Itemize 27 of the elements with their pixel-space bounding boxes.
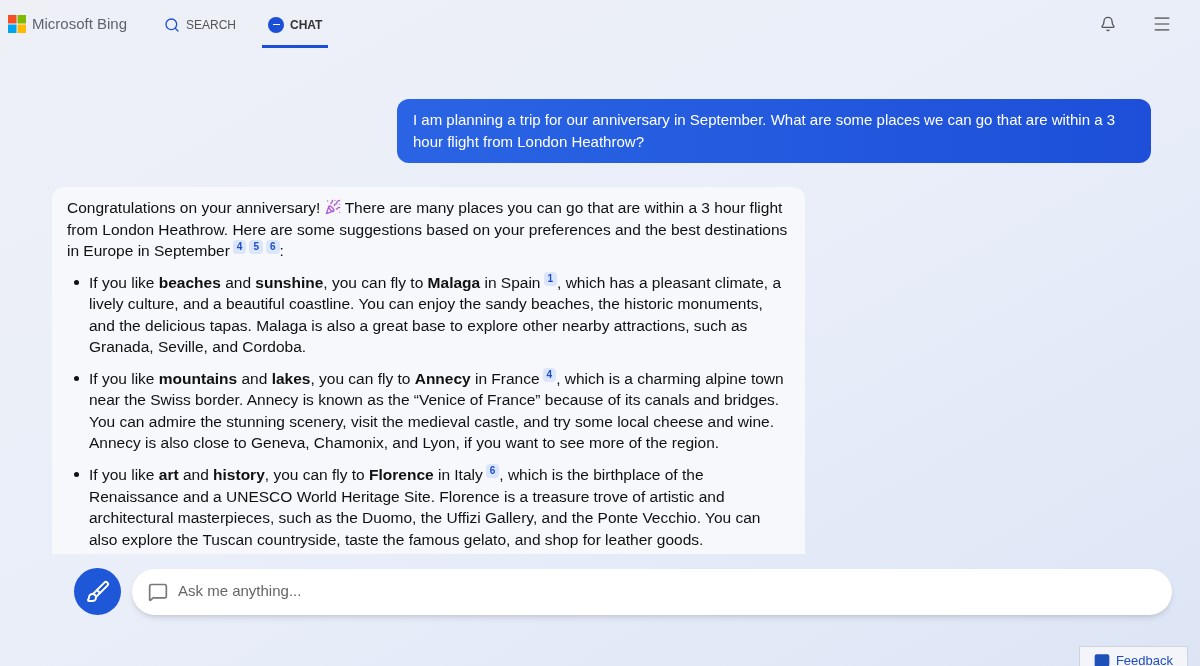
logo-text: Microsoft Bing [32, 13, 128, 34]
feedback-button[interactable]: Feedback [1078, 646, 1188, 666]
notification-icon[interactable] [1100, 16, 1116, 32]
citation-link[interactable]: 4 [232, 240, 247, 254]
citation-link[interactable]: 5 [249, 240, 263, 254]
response-bullet: If you like beaches and sunshine, you can fly to Malaga in Spain $^{1}$ , which has a pleasant climate, a lively culture, and a beautiful coastline. You can enjoy the sandy beaches, the historic monuments, and the delicious tapas. Malaga is also a great base to explore other nearby attractions, such as Granada, Seville, and Cordoba. [89, 271, 783, 358]
nav-tab[interactable]: CHAT [262, 4, 329, 48]
response-bullet: If you like mountains and lakes, you can fly to Annecy in France $^{4}$ , which is a charming alpine town near the Swiss border. Annecy is known as the “Venice of France” because of its canals and bridges. You can admire the stunning scenery, visit the medieval castle, and try some local cheese and wine. Annecy is also close to Geneva, Chamonix, and Lyon, if you want to see more of the region. [89, 367, 785, 454]
chat-input-field[interactable]: Ask me anything... [178, 580, 1156, 603]
citation-link[interactable]: 6 [266, 240, 280, 254]
bullet-icon [74, 279, 79, 285]
citation-link[interactable]: 4 [542, 367, 557, 382]
bullet-icon [74, 375, 79, 381]
user-message: I am planning a trip for our anniversary in September. What are some places we can go that are within a 3 hour flight from London Heathrow? [397, 99, 1151, 163]
chat-input-bar[interactable]: Ask me anything... [132, 568, 1172, 615]
party-popper-icon [324, 199, 341, 215]
search-icon [164, 16, 180, 33]
logo-icon [8, 15, 26, 33]
menu-icon[interactable] [1152, 14, 1172, 34]
new-topic-button[interactable] [74, 568, 121, 615]
bullet-icon [74, 471, 79, 477]
citation-link[interactable]: 1 [543, 271, 558, 286]
nav-tab[interactable]: SEARCH [158, 4, 242, 48]
response-bullet: If you like art and history, you can fly to Florence in Italy $^{6}$ , which is the birthplace of the Renaissance and a UNESCO World Heritage Site. Florence is a treasure trove of artistic and architectural masterpieces, such as the Duomo, the Uffizi Gallery, and the Ponte Vecchio. You can also explore the Tuscan countryside, taste the famous gelato, and shop for leather goods. [89, 463, 762, 550]
chat-icon [268, 16, 284, 33]
citation-link[interactable]: 6 [485, 463, 500, 478]
chat-bubble-icon [148, 581, 168, 602]
